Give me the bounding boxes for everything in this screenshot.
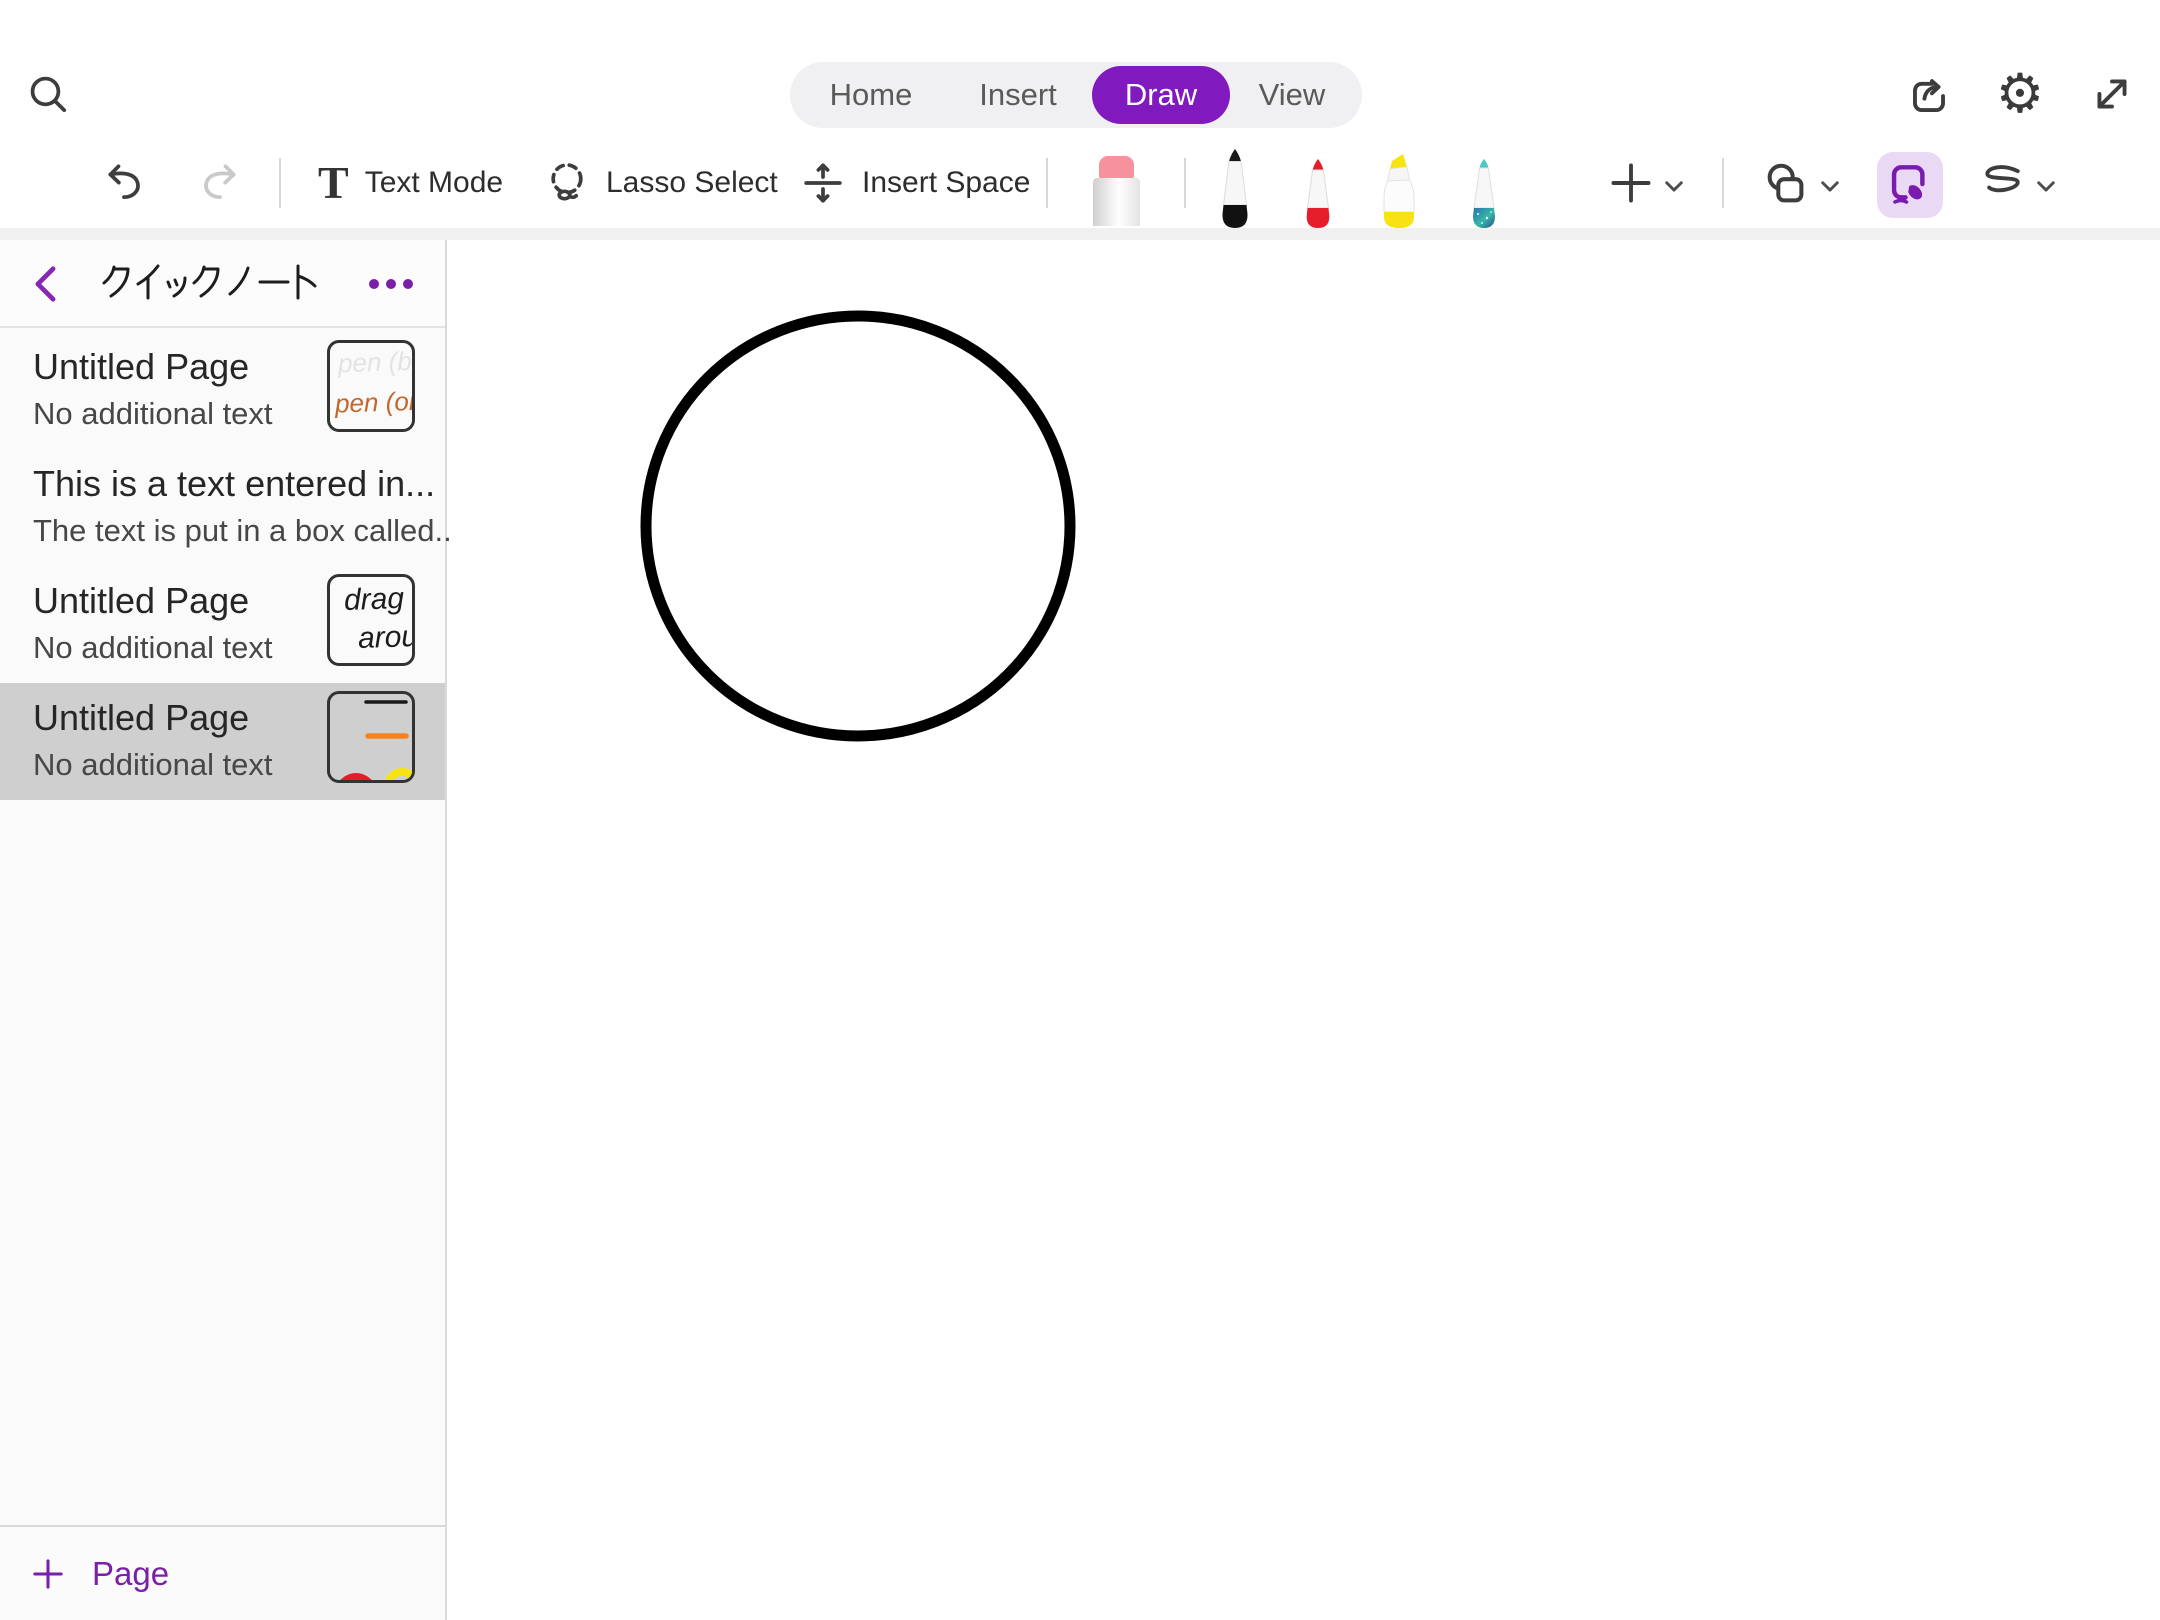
shapes-icon (1761, 159, 1811, 209)
notebook-title (102, 260, 320, 306)
search-button[interactable] (26, 72, 72, 118)
page-list: Untitled Page No additional text pen (bl… (0, 332, 445, 800)
shapes-dropdown[interactable] (1816, 172, 1844, 200)
thumb-ink-text: pen (bl (338, 348, 415, 377)
text-mode-icon: T (318, 160, 349, 206)
plus-icon (1607, 159, 1655, 207)
page-title: Untitled Page (33, 697, 249, 739)
toolbar-divider (1184, 158, 1186, 208)
eraser-tool[interactable] (1093, 152, 1140, 226)
lasso-icon (544, 160, 590, 206)
lasso-label: Lasso Select (606, 166, 778, 200)
tab-view[interactable]: View (1230, 66, 1354, 124)
tab-home[interactable]: Home (798, 66, 944, 124)
red-pen-icon (1295, 156, 1341, 228)
red-pen-tool[interactable] (1295, 156, 1341, 231)
search-icon (26, 72, 72, 118)
page-list-sidebar: Untitled Page No additional text pen (bl… (0, 240, 447, 1620)
redo-icon (194, 160, 240, 206)
scribble-dropdown[interactable] (2032, 172, 2060, 200)
undo-button[interactable] (100, 156, 154, 210)
share-button[interactable] (1905, 70, 1953, 118)
add-page-button[interactable]: Page (0, 1525, 445, 1620)
chevron-down-icon (1817, 173, 1843, 199)
page-title: This is a text entered in... (33, 463, 433, 505)
onenote-app: Home Insert Draw View ⚙ (0, 0, 2160, 1620)
toolbar-divider (279, 158, 281, 208)
yellow-highlighter-tool[interactable] (1372, 150, 1426, 231)
page-subtitle: No additional text (33, 747, 273, 783)
shapes-button[interactable] (1760, 158, 1812, 210)
ellipsis-icon (369, 279, 379, 289)
insert-space-label: Insert Space (862, 166, 1030, 200)
notebook-title-glyphs (102, 260, 320, 306)
ribbon-tab-bar: Home Insert Draw View (790, 62, 1362, 128)
drawn-circle (646, 316, 1070, 736)
text-mode-button[interactable]: T Text Mode (318, 150, 503, 216)
ink-to-shape-button[interactable] (1877, 152, 1943, 218)
add-pen-button[interactable] (1606, 158, 1656, 208)
thumb-ink-text: pen (ora (335, 387, 415, 416)
eraser-cap (1099, 156, 1134, 180)
page-subtitle: The text is put in a box called... (33, 513, 460, 549)
page-thumbnail: drag arou (327, 574, 415, 666)
gear-icon: ⚙ (1996, 67, 2044, 121)
top-bar: Home Insert Draw View ⚙ (0, 0, 2160, 228)
settings-button[interactable]: ⚙ (1992, 64, 2048, 124)
ink-to-shape-icon (1887, 162, 1933, 208)
page-subtitle: No additional text (33, 396, 273, 432)
add-page-label: Page (92, 1555, 169, 1593)
page-title: Untitled Page (33, 580, 249, 622)
galaxy-pen-icon (1461, 156, 1507, 228)
undo-icon (104, 160, 150, 206)
back-button[interactable] (22, 258, 74, 310)
lasso-select-button[interactable]: Lasso Select (544, 150, 778, 216)
page-row-2[interactable]: This is a text entered in... The text is… (0, 449, 445, 566)
thumb-ink-text: drag (343, 584, 404, 616)
scribble-icon (1979, 161, 2027, 209)
yellow-highlighter-icon (1372, 150, 1426, 228)
toolbar-bottom-band (0, 228, 2160, 240)
page-subtitle: No additional text (33, 630, 273, 666)
fullscreen-button[interactable] (2088, 70, 2136, 118)
insert-space-icon (800, 160, 846, 206)
ink-sketch-thumbnail (330, 694, 412, 780)
page-row-1[interactable]: Untitled Page No additional text pen (bl… (0, 332, 445, 449)
tab-draw[interactable]: Draw (1092, 66, 1230, 124)
drawing-canvas[interactable] (449, 240, 2160, 1620)
eraser-body (1093, 178, 1140, 226)
tab-insert[interactable]: Insert (944, 66, 1092, 124)
scribble-button[interactable] (1978, 160, 2028, 210)
chevron-down-icon (1661, 173, 1687, 199)
chevron-down-icon (2033, 173, 2059, 199)
share-icon (1905, 70, 1953, 118)
ellipsis-icon (386, 279, 396, 289)
ink-layer (449, 240, 2160, 1620)
black-pen-tool[interactable] (1211, 146, 1259, 231)
page-title: Untitled Page (33, 346, 249, 388)
toolbar-divider (1722, 158, 1724, 208)
text-mode-label: Text Mode (365, 166, 503, 200)
page-row-4-selected[interactable]: Untitled Page No additional text (0, 683, 445, 800)
sidebar-header (0, 240, 445, 328)
insert-space-button[interactable]: Insert Space (800, 150, 1030, 216)
page-row-3[interactable]: Untitled Page No additional text drag ar… (0, 566, 445, 683)
black-pen-icon (1211, 146, 1259, 228)
galaxy-pen-tool[interactable] (1461, 156, 1507, 231)
redo-button[interactable] (190, 156, 244, 210)
page-thumbnail (327, 691, 415, 783)
chevron-left-icon (26, 262, 70, 306)
ellipsis-icon (403, 279, 413, 289)
plus-icon (30, 1556, 66, 1592)
toolbar-divider (1046, 158, 1048, 208)
expand-icon (2088, 70, 2136, 118)
page-thumbnail: pen (bl pen (ora (327, 340, 415, 432)
thumb-ink-text: arou (357, 622, 415, 654)
add-pen-dropdown[interactable] (1660, 172, 1688, 200)
notebook-menu-button[interactable] (361, 266, 421, 302)
